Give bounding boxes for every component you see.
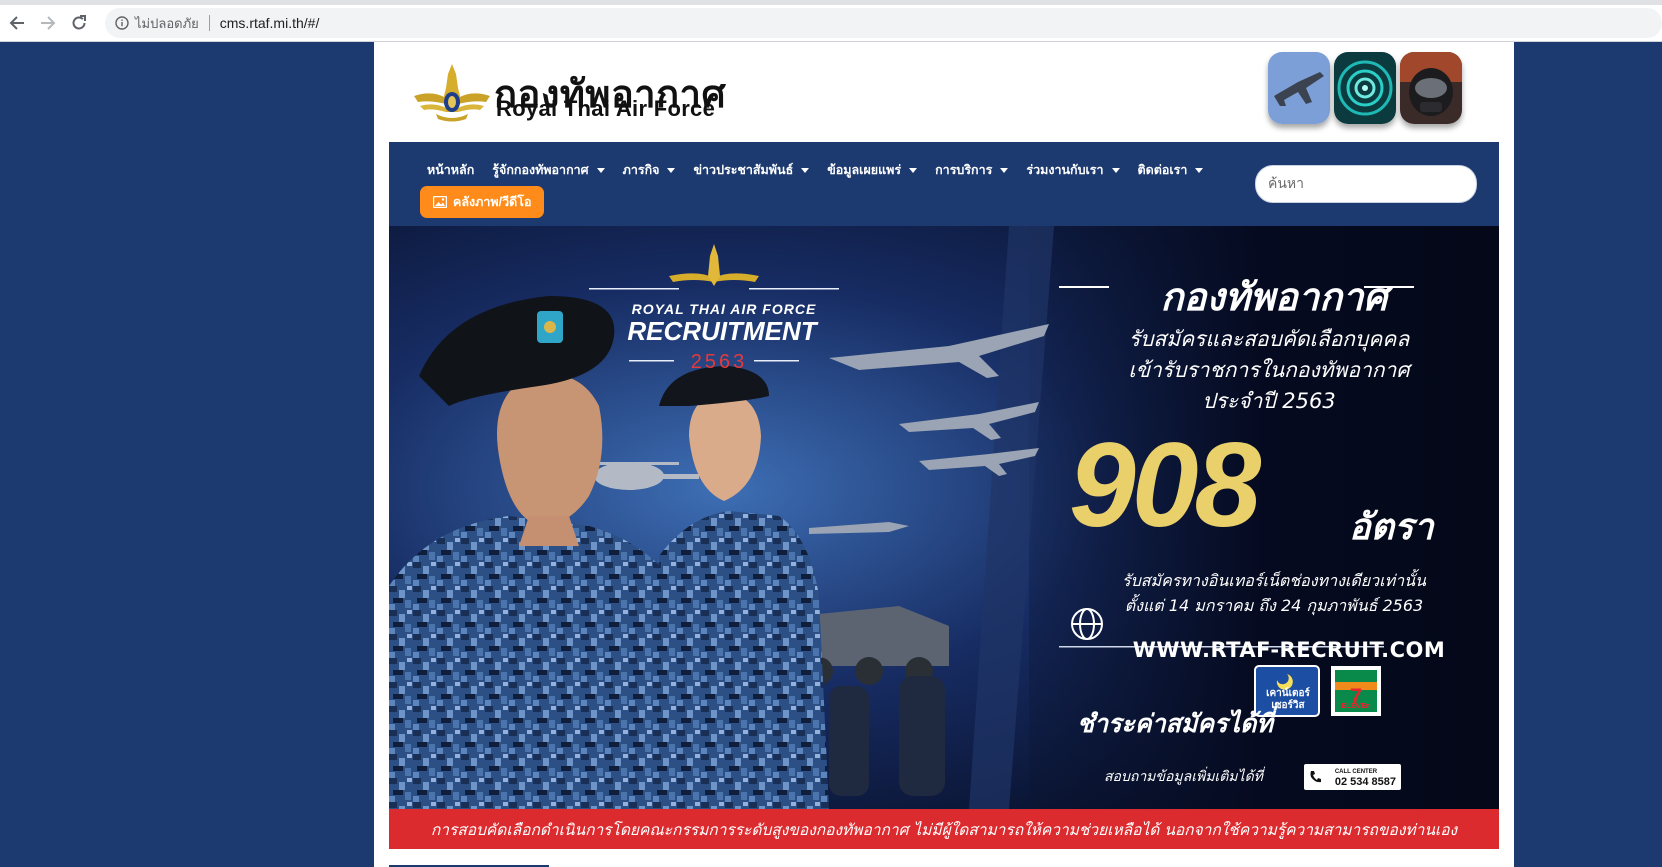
menu-label: ติดต่อเรา <box>1137 163 1188 177</box>
banner-when-line: รับสมัครทางอินเทอร์เน็ตช่องทางเดียวเท่าน… <box>1122 571 1426 590</box>
banner-count-unit: อัตรา <box>1349 507 1434 548</box>
caret-down-icon <box>596 167 605 173</box>
menu-item-publications[interactable]: ข้อมูลเผยแพร่ <box>827 160 918 180</box>
counter-service-label: เคาน์เตอร์ เซอร์วิส <box>1266 688 1310 711</box>
url-text[interactable]: cms.rtaf.mi.th/#/ <box>220 15 320 31</box>
menu-label: หน้าหลัก <box>427 163 475 177</box>
logo-title-english: Royal Thai Air Force <box>496 96 716 121</box>
reload-icon <box>72 15 86 30</box>
main-navbar: หน้าหลัก รู้จักกองทัพอากาศ ภารกิจ ข่าวปร… <box>389 142 1499 226</box>
radar-icon <box>1334 52 1396 124</box>
menu-item-careers[interactable]: ร่วมงานกับเรา <box>1026 160 1120 180</box>
main-menu: หน้าหลัก รู้จักกองทัพอากาศ ภารกิจ ข่าวปร… <box>427 160 1221 180</box>
menu-item-missions[interactable]: ภารกิจ <box>623 160 676 180</box>
caret-down-icon <box>1000 167 1009 173</box>
banner-pay-text: ชำระค่าสมัครได้ที่ <box>1077 709 1273 738</box>
address-bar[interactable]: ไม่ปลอดภัย cms.rtaf.mi.th/#/ <box>105 8 1662 38</box>
seven-eleven-label: ELEVEn <box>1341 702 1371 710</box>
banner-recruitment: RECRUITMENT <box>627 316 817 346</box>
banner-brand-line: ROYAL THAI AIR FORCE <box>631 301 817 317</box>
menu-item-contact[interactable]: ติดต่อเรา <box>1138 160 1204 180</box>
quick-link-pilot[interactable] <box>1400 52 1462 124</box>
caret-down-icon <box>909 167 918 173</box>
search-input[interactable] <box>1255 165 1477 203</box>
caret-down-icon <box>1111 167 1120 173</box>
image-icon <box>433 196 447 208</box>
not-secure-label: ไม่ปลอดภัย <box>135 15 199 31</box>
banner-title: กองทัพอากาศ <box>1160 275 1388 319</box>
arrow-right-icon <box>41 16 56 30</box>
caret-down-icon <box>667 167 676 173</box>
banner-apply-period: รับสมัครทางอินเทอร์เน็ตช่องทางเดียวเท่าน… <box>1064 568 1484 618</box>
notice-bar: การสอบคัดเลือกดำเนินการโดยคณะกรรมการระดั… <box>389 809 1499 849</box>
banner-count: 908 <box>1069 418 1261 552</box>
reload-button[interactable] <box>65 9 93 37</box>
quick-link-aircraft[interactable] <box>1268 52 1330 124</box>
back-button[interactable] <box>3 9 31 37</box>
rtaf-emblem-icon[interactable] <box>412 62 492 124</box>
menu-item-news[interactable]: ข่าวประชาสัมพันธ์ <box>693 160 810 180</box>
caret-down-icon <box>1195 167 1204 173</box>
menu-item-about[interactable]: รู้จักกองทัพอากาศ <box>492 160 605 180</box>
caret-down-icon <box>801 167 810 173</box>
quick-link-radar[interactable] <box>1334 52 1396 124</box>
gallery-label: คลังภาพ/วีดีโอ <box>453 195 532 209</box>
forward-button[interactable] <box>34 9 62 37</box>
banner-sub-line: รับสมัครและสอบคัดเลือกบุคคล <box>1128 327 1410 351</box>
arrow-left-icon <box>9 16 24 30</box>
call-center-number: 02 534 8587 <box>1334 776 1396 788</box>
banner-subtitle: รับสมัครและสอบคัดเลือกบุคคล เข้ารับราชกา… <box>1069 324 1469 417</box>
banner-year: 2563 <box>690 351 748 373</box>
menu-item-home[interactable]: หน้าหลัก <box>427 160 474 180</box>
browser-toolbar: ไม่ปลอดภัย cms.rtaf.mi.th/#/ <box>0 5 1662 42</box>
banner-sub-line: ประจำปี 2563 <box>1202 389 1336 413</box>
phone-icon <box>1310 771 1321 783</box>
menu-label: ข้อมูลเผยแพร่ <box>827 163 902 177</box>
recruitment-banner[interactable]: 7 ROYAL THAI AIR FORCE RECRUITMENT 2563 … <box>389 226 1499 809</box>
page-container: กองทัพอากาศ Royal Thai Air Force หน้าหลั… <box>374 42 1514 867</box>
call-center-box: CALL CENTER 02 534 8587 <box>1304 764 1401 790</box>
gallery-button[interactable]: คลังภาพ/วีดีโอ <box>420 186 545 218</box>
menu-label: การบริการ <box>935 163 993 177</box>
menu-label: ข่าวประชาสัมพันธ์ <box>693 163 794 177</box>
site-header: กองทัพอากาศ Royal Thai Air Force <box>374 42 1514 142</box>
pilot-helmet-icon <box>1400 52 1462 124</box>
divider <box>208 15 210 31</box>
info-icon[interactable] <box>115 16 129 30</box>
menu-item-services[interactable]: การบริการ <box>935 160 1009 180</box>
banner-ask-text: สอบถามข้อมูลเพิ่มเติมได้ที่ <box>1104 769 1263 785</box>
jet-icon <box>1268 52 1330 124</box>
banner-sub-line: เข้ารับราชการในกองทัพอากาศ <box>1128 358 1410 382</box>
menu-label: ภารกิจ <box>622 163 660 177</box>
menu-label: รู้จักกองทัพอากาศ <box>492 163 589 177</box>
banner-when-line: ตั้งแต่ 14 มกราคม ถึง 24 กุมภาพันธ์ 2563 <box>1124 596 1424 615</box>
banner-website[interactable]: WWW.RTAF-RECRUIT.COM <box>1109 638 1469 662</box>
menu-label: ร่วมงานกับเรา <box>1026 163 1104 177</box>
